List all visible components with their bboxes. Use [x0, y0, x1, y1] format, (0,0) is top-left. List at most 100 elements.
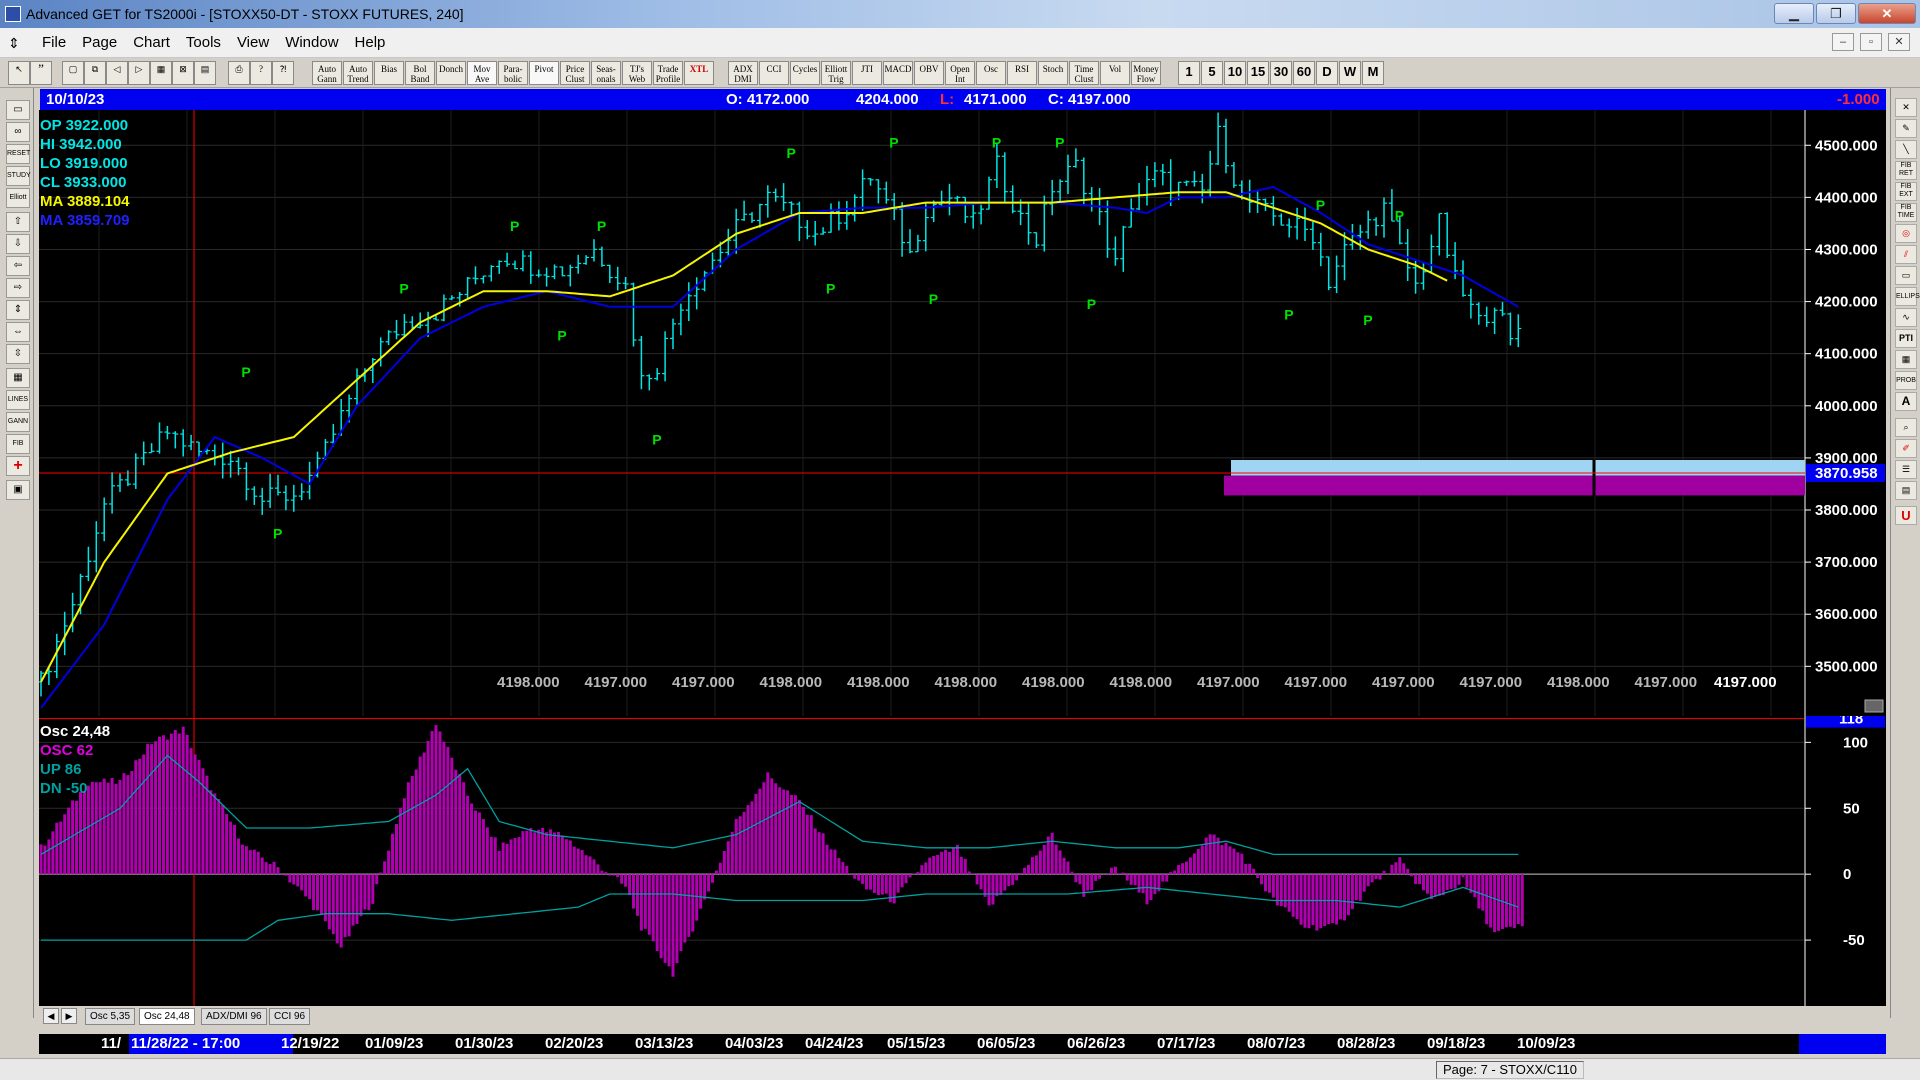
study-money-flow-button[interactable]: Money Flow	[1131, 61, 1161, 85]
pti-button[interactable]: PTI	[1895, 329, 1917, 348]
brush-icon[interactable]: ✐	[1895, 439, 1917, 458]
fib-ext-button[interactable]: FIB EXT	[1895, 182, 1917, 201]
zoom-icon[interactable]: ⌕	[1895, 418, 1917, 437]
pencil-icon[interactable]: ✎	[1895, 119, 1917, 138]
study-auto-gann-button[interactable]: Auto Gann	[312, 61, 342, 85]
study-time-clust-button[interactable]: Time Clust	[1069, 61, 1099, 85]
wave-icon[interactable]: ∿	[1895, 308, 1917, 327]
tab-cci-96[interactable]: CCI 96	[269, 1008, 311, 1025]
line-icon[interactable]: ╲	[1895, 140, 1917, 159]
study-cci-button[interactable]: CCI	[759, 61, 789, 85]
interval-30-button[interactable]: 30	[1270, 61, 1292, 85]
interval-daily-button[interactable]: D	[1316, 61, 1338, 85]
mdi-minimize-button[interactable]: –	[1832, 33, 1854, 51]
arrow-up-icon[interactable]: ⇧	[6, 212, 30, 232]
menu-view[interactable]: View	[229, 34, 277, 52]
fib-ret-button[interactable]: FIB RET	[1895, 161, 1917, 180]
rectangle-icon[interactable]: ▭	[1895, 266, 1917, 285]
new-page-icon[interactable]: ▢	[62, 61, 84, 85]
study-pivot-button[interactable]: Pivot	[529, 61, 559, 85]
close-button[interactable]: ✕	[1858, 3, 1916, 24]
study-osc-button[interactable]: Osc	[976, 61, 1006, 85]
open-folder-icon[interactable]: ▭	[6, 100, 30, 120]
tab-osc-5-35[interactable]: Osc 5,35	[85, 1008, 136, 1025]
compress-vertical-icon[interactable]: ⇳	[6, 344, 30, 364]
table-icon[interactable]: ▦	[1895, 350, 1917, 369]
arrow-down-icon[interactable]: ⇩	[6, 234, 30, 254]
copy-page-icon[interactable]: ⧉	[84, 61, 106, 85]
study-price-clust-button[interactable]: Price Clust	[560, 61, 590, 85]
help-icon[interactable]: ?	[250, 61, 272, 85]
arrow-right-icon[interactable]: ⇨	[6, 278, 30, 298]
interval-5-button[interactable]: 5	[1201, 61, 1223, 85]
fib-button[interactable]: FIB	[6, 434, 30, 454]
oscillator-panel[interactable]: 100 50 0 -50 118	[39, 716, 1886, 1006]
tab-osc-24-48[interactable]: Osc 24,48	[139, 1008, 195, 1025]
arrow-left-icon[interactable]: ⇦	[6, 256, 30, 276]
interval-10-button[interactable]: 10	[1224, 61, 1246, 85]
crosshair-box-icon[interactable]: ⊠	[172, 61, 194, 85]
study-adx-dmi-button[interactable]: ADX DMI	[728, 61, 758, 85]
menu-window[interactable]: Window	[277, 34, 346, 52]
expand-vertical-icon[interactable]: ⇕	[6, 300, 30, 320]
document-menu-icon[interactable]: ⇕	[8, 35, 22, 51]
study-bol-band-button[interactable]: Bol Band	[405, 61, 435, 85]
list-icon[interactable]: ☰	[1895, 460, 1917, 479]
binoculars-icon[interactable]: ∞	[6, 122, 30, 142]
tab-scroll-right-button[interactable]: ▶	[61, 1008, 77, 1024]
study-obv-button[interactable]: OBV	[914, 61, 944, 85]
price-chart-panel[interactable]: 4500.000 4400.000 4300.000 4200.000 4100.000…	[39, 110, 1886, 716]
reset-button[interactable]: RESET	[6, 144, 30, 164]
study-elliott-trig-button[interactable]: Elliott Trig	[821, 61, 851, 85]
minimize-button[interactable]: ▁	[1774, 3, 1814, 24]
study-trade-profile-button[interactable]: Trade Profile	[653, 61, 683, 85]
interval-weekly-button[interactable]: W	[1339, 61, 1361, 85]
interval-15-button[interactable]: 15	[1247, 61, 1269, 85]
study-open-int-button[interactable]: Open Int	[945, 61, 975, 85]
help-pointer-icon[interactable]: ⁈	[272, 61, 294, 85]
grid-icon[interactable]: ▦	[150, 61, 172, 85]
lines-button[interactable]: LINES	[6, 390, 30, 410]
study-tjs-web-button[interactable]: TJ's Web	[622, 61, 652, 85]
elliott-button[interactable]: Elliott	[6, 188, 30, 208]
study-vol-button[interactable]: Vol	[1100, 61, 1130, 85]
arrow-left-page-icon[interactable]: ◁	[106, 61, 128, 85]
study-bias-button[interactable]: Bias	[374, 61, 404, 85]
crosshair-add-button[interactable]: +	[6, 456, 30, 476]
study-jti-button[interactable]: JTI	[852, 61, 882, 85]
mdi-close-button[interactable]: ✕	[1888, 33, 1910, 51]
tab-adx-dmi-96[interactable]: ADX/DMI 96	[201, 1008, 267, 1025]
study-mov-ave-button[interactable]: Mov Ave	[467, 61, 497, 85]
stack-icon[interactable]: ▤	[1895, 481, 1917, 500]
maximize-button[interactable]: ❐	[1816, 3, 1856, 24]
study-stoch-button[interactable]: Stoch	[1038, 61, 1068, 85]
channel-icon[interactable]: ⫽	[1895, 245, 1917, 264]
annotate-button[interactable]: A	[1895, 392, 1917, 411]
study-macd-button[interactable]: MACD	[883, 61, 913, 85]
expand-horizontal-icon[interactable]: ⇔	[6, 322, 30, 342]
cursor-icon[interactable]: ↖	[8, 61, 30, 85]
interval-60-button[interactable]: 60	[1293, 61, 1315, 85]
menu-file[interactable]: File	[34, 34, 74, 52]
study-xtl-button[interactable]: XTL	[684, 61, 714, 85]
study-seasonals-button[interactable]: Seas- onals	[591, 61, 621, 85]
study-auto-trend-button[interactable]: Auto Trend	[343, 61, 373, 85]
chart-window-icon[interactable]: ▣	[6, 480, 30, 500]
fib-time-button[interactable]: FIB TIME	[1895, 203, 1917, 222]
menu-page[interactable]: Page	[74, 34, 125, 52]
study-donch-button[interactable]: Donch	[436, 61, 466, 85]
prob-button[interactable]: PROB	[1895, 371, 1917, 390]
spreadsheet-icon[interactable]: ▦	[6, 368, 30, 388]
menu-help[interactable]: Help	[347, 34, 394, 52]
arrow-right-page-icon[interactable]: ▷	[128, 61, 150, 85]
study-rsi-button[interactable]: RSI	[1007, 61, 1037, 85]
study-cycles-button[interactable]: Cycles	[790, 61, 820, 85]
print-icon[interactable]: ⎙	[228, 61, 250, 85]
target-icon[interactable]: ◎	[1895, 224, 1917, 243]
study-parabolic-button[interactable]: Para- bolic	[498, 61, 528, 85]
gann-button[interactable]: GANN	[6, 412, 30, 432]
ellipse-button[interactable]: ELLIPS	[1895, 287, 1920, 306]
interval-monthly-button[interactable]: M	[1362, 61, 1384, 85]
study-button[interactable]: STUDY	[6, 166, 31, 186]
undo-button[interactable]: U	[1895, 506, 1917, 525]
